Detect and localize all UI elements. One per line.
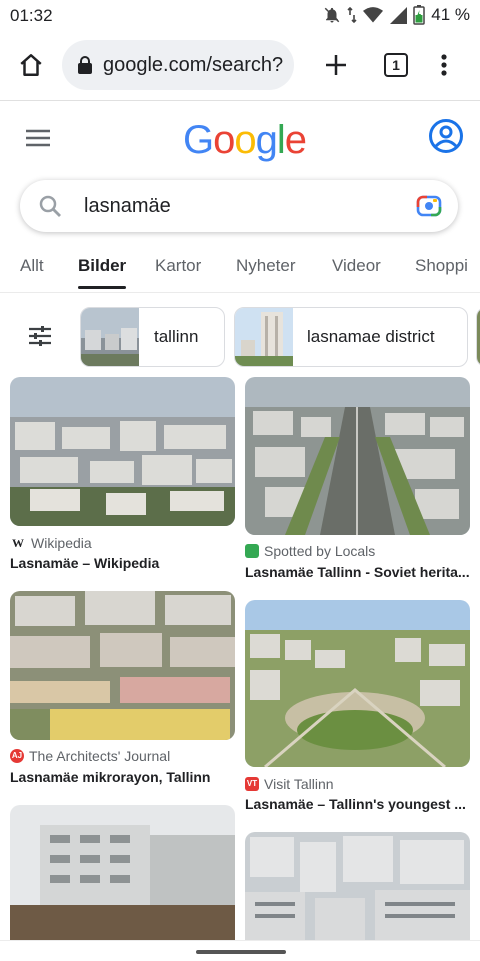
logo-letter: l: [276, 118, 286, 162]
more-vertical-icon: [441, 54, 447, 76]
filter-button[interactable]: [18, 316, 62, 356]
result-image-4[interactable]: [245, 600, 470, 767]
result-thumbnail: [10, 377, 235, 526]
source-name: Visit Tallinn: [264, 776, 334, 792]
result-thumbnail: [245, 600, 470, 767]
visit-tallinn-icon: VT: [245, 777, 259, 791]
source-name: Spotted by Locals: [264, 543, 376, 559]
status-icons: 41 %: [323, 5, 470, 25]
result-title-2[interactable]: Lasnamäe Tallinn - Soviet herita...: [245, 564, 470, 580]
url-text: google.com/search?: [103, 53, 284, 76]
clock: 01:32: [10, 6, 53, 25]
result-title-1[interactable]: Lasnamäe – Wikipedia: [10, 555, 235, 571]
result-thumbnail: [245, 377, 470, 535]
home-gesture-handle[interactable]: [196, 950, 286, 954]
battery-icon: [413, 5, 425, 25]
logo-letter: g: [255, 118, 278, 162]
tune-icon: [29, 326, 51, 346]
home-icon: [20, 54, 42, 76]
result-source-1[interactable]: W Wikipedia: [10, 535, 92, 551]
plus-icon: [326, 55, 346, 75]
new-tab-button[interactable]: [318, 46, 354, 84]
chip-label: lasnamae district: [307, 327, 435, 346]
hamburger-icon: [26, 129, 50, 147]
lock-icon: [78, 56, 92, 74]
wifi-icon: [363, 7, 384, 23]
source-name: The Architects' Journal: [29, 748, 171, 764]
lens-camera-icon[interactable]: [416, 194, 442, 218]
tab-switcher-button[interactable]: 1: [378, 46, 414, 84]
notifications-off-icon: [324, 7, 340, 23]
google-logo[interactable]: Google: [183, 118, 307, 163]
search-box[interactable]: lasnamäe: [20, 180, 458, 232]
battery-percent: 41 %: [431, 5, 470, 24]
result-source-4[interactable]: VT Visit Tallinn: [245, 776, 334, 792]
logo-letter: G: [183, 118, 214, 162]
browser-toolbar: google.com/search? 1: [0, 32, 480, 101]
result-title-4[interactable]: Lasnamäe – Tallinn's youngest ...: [245, 796, 470, 812]
result-image-5[interactable]: [10, 805, 235, 945]
account-icon: [429, 119, 463, 153]
chip-thumbnail: [235, 308, 293, 366]
tab-news[interactable]: Nyheter: [236, 256, 296, 276]
chip-lasnamae-district[interactable]: lasnamae district: [234, 307, 468, 367]
hamburger-menu-button[interactable]: [22, 122, 54, 154]
logo-letter: o: [213, 118, 235, 162]
wikipedia-icon: W: [12, 536, 24, 550]
tab-shopping[interactable]: Shoppi: [415, 256, 468, 276]
logo-letter: e: [284, 118, 307, 162]
result-source-3[interactable]: AJ The Architects' Journal: [10, 748, 170, 764]
result-title-3[interactable]: Lasnamäe mikrorayon, Tallinn: [10, 769, 235, 785]
result-image-6[interactable]: [245, 832, 470, 945]
tab-count-icon: 1: [384, 53, 408, 77]
tab-count: 1: [392, 57, 400, 73]
logo-letter: o: [234, 118, 256, 162]
result-image-3[interactable]: [10, 591, 235, 740]
gesture-nav-bar: [0, 940, 480, 961]
chip-tallinn[interactable]: tallinn: [80, 307, 225, 367]
menu-button[interactable]: [428, 46, 460, 84]
tab-maps[interactable]: Kartor: [155, 256, 201, 276]
chip-thumbnail: [81, 308, 139, 366]
result-image-2[interactable]: [245, 377, 470, 535]
result-thumbnail: [10, 805, 235, 945]
home-button[interactable]: [12, 46, 50, 84]
search-tabs: Allt Bilder Kartor Nyheter Videor Shoppi: [0, 244, 480, 293]
architects-journal-icon: AJ: [10, 749, 24, 763]
search-query[interactable]: lasnamäe: [84, 195, 171, 218]
result-thumbnail: [245, 832, 470, 945]
result-image-1[interactable]: [10, 377, 235, 526]
status-bar: 01:32 41 %: [0, 0, 480, 32]
account-button[interactable]: [424, 114, 468, 158]
signal-icon: [390, 7, 408, 24]
result-thumbnail: [10, 591, 235, 740]
data-arrows-icon: [347, 6, 357, 24]
chip-partial[interactable]: [476, 307, 480, 367]
result-source-2[interactable]: Spotted by Locals: [245, 543, 375, 559]
tab-videos[interactable]: Videor: [332, 256, 381, 276]
spotted-by-locals-icon: [245, 544, 259, 558]
search-icon: [39, 195, 61, 217]
tab-all[interactable]: Allt: [20, 256, 44, 276]
source-name: Wikipedia: [31, 535, 92, 551]
address-bar[interactable]: google.com/search?: [62, 40, 294, 90]
tab-images[interactable]: Bilder: [78, 256, 127, 289]
chip-label: tallinn: [154, 327, 199, 346]
